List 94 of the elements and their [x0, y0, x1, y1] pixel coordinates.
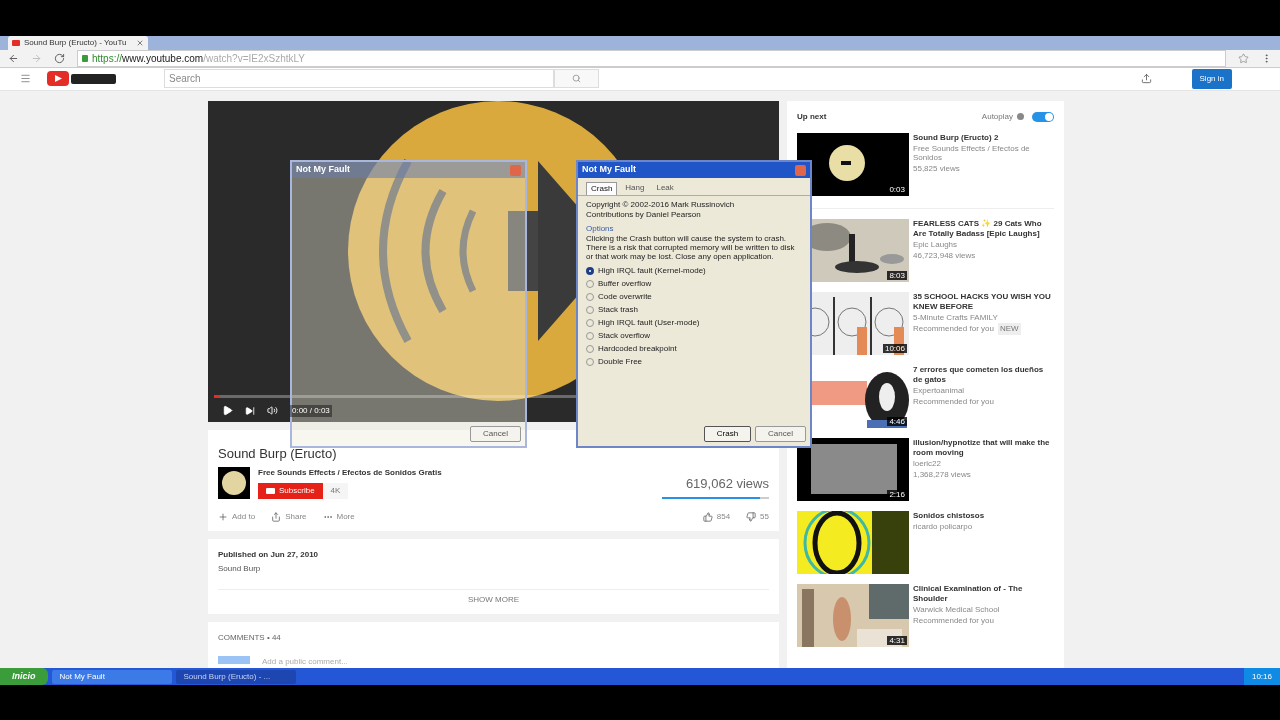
radio-label: Stack overflow	[598, 331, 651, 340]
address-bar[interactable]: https://www.youtube.com/watch?v=IE2xSzhtkLY	[77, 50, 1226, 67]
subscribe-button[interactable]: Subscribe	[258, 483, 323, 499]
star-icon[interactable]	[1238, 53, 1249, 64]
up-next-heading: Up next	[797, 110, 827, 123]
video-meta: Recommended for you	[913, 614, 994, 627]
browser-tab[interactable]: Sound Burp (Eructo) - YouTu	[8, 36, 148, 50]
like-button[interactable]: 854	[702, 511, 731, 523]
video-meta: 55,825 views	[913, 162, 960, 175]
publish-date: Published on Jun 27, 2010	[218, 549, 320, 561]
cancel-button[interactable]: Cancel	[470, 426, 521, 442]
channel-name: Epic Laughs	[913, 239, 959, 249]
radio-label: Double Free	[598, 357, 643, 366]
close-icon[interactable]	[136, 39, 144, 47]
url-text: https://www.youtube.com/watch?v=IE2xSzhtkLY	[92, 52, 305, 66]
autoplay-toggle[interactable]	[1032, 111, 1054, 122]
user-avatar	[218, 656, 250, 664]
action-button[interactable]: Add to	[218, 511, 256, 523]
plus-icon	[218, 512, 228, 522]
menu-icon[interactable]	[20, 73, 31, 85]
description-text: Sound Burp	[218, 563, 262, 575]
duration-badge: 4:46	[887, 416, 907, 426]
video-meta: 1,368,278 views	[913, 468, 971, 481]
video-title[interactable]: 35 SCHOOL HACKS YOU WISH YOU KNEW BEFORE	[913, 291, 1054, 312]
radio-label: Buffer overflow	[598, 279, 652, 288]
search-button[interactable]	[554, 69, 599, 89]
duration-badge: 0:03	[887, 184, 907, 194]
video-title[interactable]: 7 errores que cometen los dueños de gatos	[913, 364, 1054, 385]
channel-name: Expertoanimal	[913, 385, 966, 395]
tab-title: Sound Burp (Eructo) - YouTu	[24, 37, 127, 49]
youtube-logo[interactable]	[47, 71, 116, 87]
video-title[interactable]: FEARLESS CATS ✨ 29 Cats Who Are Totally Badass [Epic Laughs]	[913, 218, 1054, 239]
search-icon	[572, 74, 581, 84]
video-title[interactable]: Clinical Examination of - The Shoulder	[913, 583, 1054, 604]
play-icon[interactable]	[222, 405, 233, 416]
duration-badge: 8:03	[887, 270, 907, 280]
close-icon[interactable]	[795, 164, 806, 176]
duration-badge: 10:06	[882, 343, 907, 353]
thumbs-down-icon	[746, 512, 757, 522]
radio-label: Code overwrite	[598, 292, 652, 301]
video-title[interactable]: illusion/hypnotize that will make the room moving	[913, 437, 1054, 458]
reload-icon[interactable]	[54, 53, 65, 64]
radio-label: Stack trash	[598, 305, 638, 314]
radio-button[interactable]	[586, 266, 594, 275]
share-icon	[271, 512, 282, 522]
subscriber-count: 4K	[322, 483, 349, 499]
crash-button[interactable]: Crash	[703, 426, 752, 442]
window-title: Not My Fault	[582, 163, 636, 177]
group-label: Options	[586, 224, 615, 233]
clock: 10:16	[1251, 670, 1272, 683]
video-meta: 46,723,948 views	[913, 249, 976, 262]
duration-badge: 2:16	[887, 489, 907, 499]
sign-in-button[interactable]: Sign in	[1191, 68, 1232, 89]
channel-name: Warwick Medical School	[913, 604, 1001, 614]
dialog-tab[interactable]: Crash	[586, 182, 618, 195]
window-title: Not My Fault	[296, 163, 350, 177]
copyright-text: Copyright © 2002-2016 Mark Russinovich	[586, 200, 736, 209]
taskbar-item[interactable]: Sound Burp (Eructo) - ...	[175, 669, 296, 684]
video-title: Sound Burp (Eructo)	[218, 444, 337, 463]
video-meta: Recommended for you	[913, 322, 994, 335]
next-icon[interactable]	[245, 405, 255, 416]
radio-label: High IRQL fault (Kernel-mode)	[598, 266, 706, 275]
comments-heading: COMMENTS • 44	[218, 632, 282, 644]
taskbar-item[interactable]: Not My Fault	[51, 669, 172, 684]
cancel-button[interactable]: Cancel	[755, 426, 806, 442]
action-button[interactable]: Share	[271, 511, 307, 523]
video-title[interactable]: Sound Burp (Eructo) 2	[913, 132, 1054, 143]
youtube-icon	[12, 40, 20, 46]
contributions-text: Contributions by Daniel Pearson	[586, 210, 702, 219]
channel-name: Free Sounds Effects / Efectos de Sonidos	[913, 143, 1031, 162]
channel-name[interactable]: Free Sounds Effects / Efectos de Sonidos Gratis	[258, 467, 442, 479]
action-button[interactable]: More	[322, 511, 355, 523]
new-badge: NEW	[997, 322, 1021, 335]
channel-avatar[interactable]	[218, 467, 250, 499]
video-meta: Recommended for you	[913, 395, 994, 408]
back-icon[interactable]	[8, 53, 19, 64]
video-title[interactable]: Sonidos chistosos	[913, 510, 985, 521]
time-display: 0:00 / 0:03	[290, 404, 332, 417]
radio-label: Hardcoded breakpoint	[598, 344, 677, 353]
show-more-button[interactable]: SHOW MORE	[218, 589, 769, 610]
volume-icon[interactable]	[267, 405, 278, 416]
dialog-tab[interactable]: Leak	[652, 182, 678, 195]
upload-icon[interactable]	[1140, 73, 1152, 85]
duration-badge: 4:31	[887, 635, 907, 645]
channel-name: loeric22	[913, 458, 942, 468]
autoplay-label: Autoplay	[981, 110, 1013, 123]
view-count: 619,062 views	[685, 474, 769, 493]
search-field[interactable]: Search	[164, 69, 554, 89]
radio-label: High IRQL fault (User-mode)	[598, 318, 700, 327]
channel-name: ricardo policarpo	[913, 521, 974, 531]
dialog-tab[interactable]: Hang	[621, 182, 649, 195]
thumbs-up-icon	[702, 512, 713, 522]
dislike-button[interactable]: 55	[746, 511, 769, 523]
channel-name: 5-Minute Crafts FAMILY	[913, 312, 999, 322]
